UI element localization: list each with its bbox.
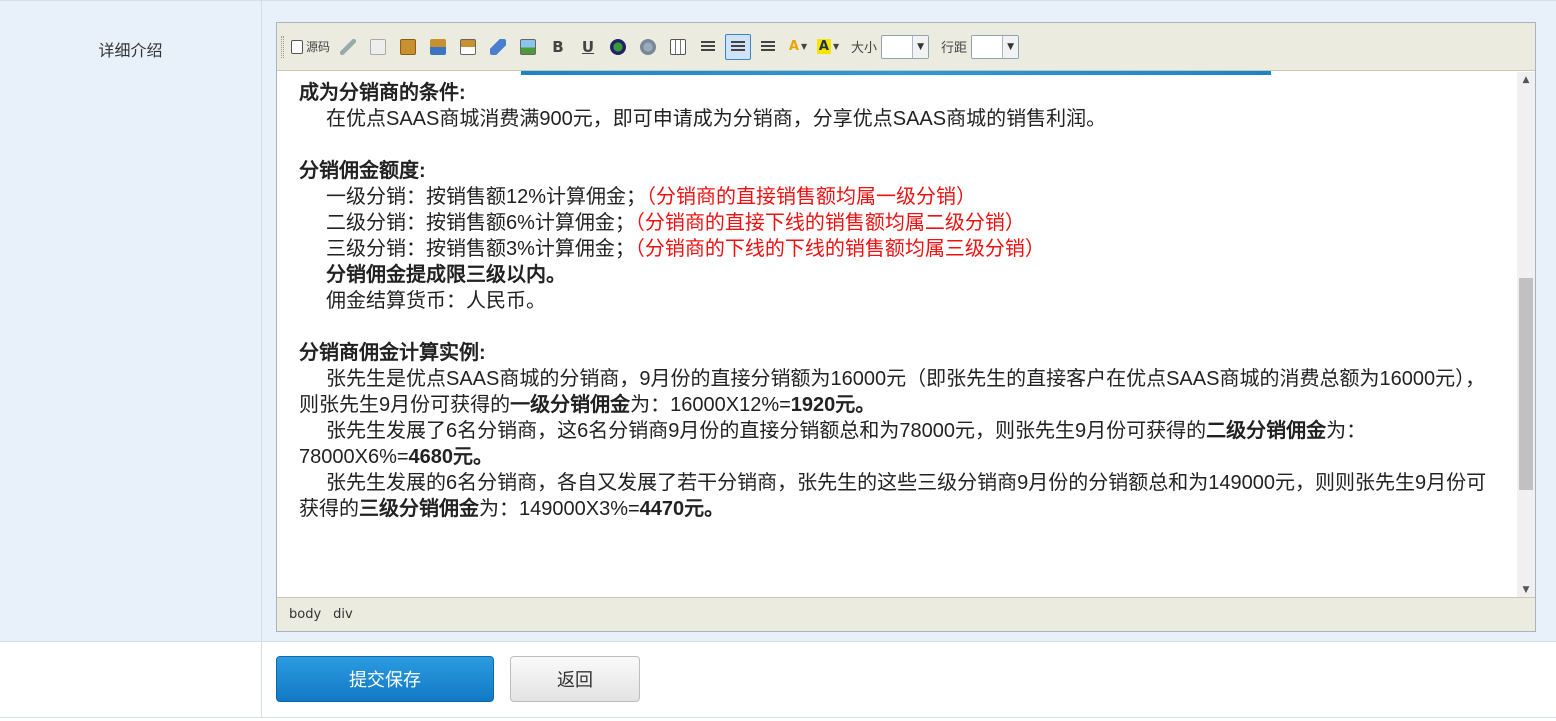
paste-word-button[interactable] xyxy=(455,34,481,60)
editor-toolbar: 源码 B U A ▼ A ▼ 大小 ▼ 行距 ▼ xyxy=(277,23,1535,71)
link-icon xyxy=(610,38,627,55)
level2-line: 二级分销：按销售额6%计算佣金；（分销商的直接下线的销售额均属二级分销） xyxy=(299,210,1495,236)
level1-note: （分销商的直接销售额均属一级分销） xyxy=(646,186,977,208)
size-select[interactable]: ▼ xyxy=(881,34,930,59)
rich-text-editor[interactable]: 源码 B U A ▼ A ▼ 大小 ▼ 行距 ▼ 成为分销商的条件: 在优点SA… xyxy=(276,22,1536,632)
copy-button[interactable] xyxy=(365,34,391,60)
size-label: 大小 xyxy=(851,41,878,56)
align-right-button[interactable] xyxy=(755,34,781,60)
copy-icon xyxy=(370,38,387,55)
level3-line: 三级分销：按销售额3%计算佣金；（分销商的下线的下线的销售额均属三级分销） xyxy=(299,236,1495,262)
bold-icon: B xyxy=(552,37,564,56)
line-height-select[interactable]: ▼ xyxy=(971,34,1020,59)
link-button[interactable] xyxy=(605,34,631,60)
chevron-down-icon[interactable]: ▼ xyxy=(1002,35,1019,58)
align-left-icon xyxy=(701,40,716,53)
example-3: 张先生发展的6名分销商，各自又发展了若干分销商，张先生的这些三级分销商9月份的分… xyxy=(299,470,1495,522)
cut-button[interactable] xyxy=(335,34,361,60)
example-2: 张先生发展了6名分销商，这6名分销商9月份的直接分销额总和为78000元，则张先… xyxy=(299,418,1495,470)
font-color-icon: A xyxy=(788,39,799,54)
path-item-body[interactable]: body xyxy=(289,607,321,622)
level2-note: （分销商的直接下线的销售额均属二级分销） xyxy=(634,212,1025,234)
bg-color-icon: A xyxy=(816,39,831,54)
example-3-bold: 三级分销佣金 xyxy=(359,498,479,520)
paste-text-icon xyxy=(430,38,447,55)
toolbar-grip[interactable] xyxy=(281,35,284,58)
underline-button[interactable]: U xyxy=(575,34,601,60)
actions-cell: 提交保存 返回 xyxy=(262,642,1556,717)
level1-text: 一级分销：按销售额12%计算佣金； xyxy=(326,186,647,208)
font-color-button[interactable]: A ▼ xyxy=(785,34,811,60)
level2-text: 二级分销：按销售额6%计算佣金； xyxy=(326,212,635,234)
example-1-calc: 为：16000X12%= xyxy=(630,394,791,416)
bold-button[interactable]: B xyxy=(545,34,571,60)
paragraph-conditions: 在优点SAAS商城消费满900元，即可申请成为分销商，分享优点SAAS商城的销售… xyxy=(326,108,1107,130)
table-icon xyxy=(670,38,687,55)
scroll-up-icon[interactable]: ▲ xyxy=(1517,72,1535,88)
actions-label-cell xyxy=(0,642,262,717)
example-3-calc: 为：149000X3%= xyxy=(479,498,640,520)
scroll-thumb[interactable] xyxy=(1519,278,1533,490)
image-icon xyxy=(520,38,537,55)
paste-button[interactable] xyxy=(395,34,421,60)
limit-line: 分销佣金提成限三级以内。 xyxy=(326,264,566,286)
example-2-text: 张先生发展了6名分销商，这6名分销商9月份的直接分销额总和为78000元，则张先… xyxy=(326,420,1207,442)
example-3-result: 4470元。 xyxy=(639,498,725,520)
detail-value-cell: 源码 B U A ▼ A ▼ 大小 ▼ 行距 ▼ 成为分销商的条件: 在优点SA… xyxy=(262,1,1556,641)
detail-row: 详细介绍 源码 B U A ▼ A ▼ 大小 ▼ 行距 ▼ 成为分销商的条件: … xyxy=(0,0,1556,642)
example-2-bold: 二级分销佣金 xyxy=(1206,420,1327,442)
element-path-bar: body div xyxy=(277,597,1535,631)
example-1-bold: 一级分销佣金 xyxy=(510,394,631,416)
level3-text: 三级分销：按销售额3%计算佣金； xyxy=(326,238,635,260)
chevron-down-icon: ▼ xyxy=(832,42,840,51)
eraser-button[interactable] xyxy=(485,34,511,60)
chevron-down-icon[interactable]: ▼ xyxy=(912,35,929,58)
source-label: 源码 xyxy=(306,40,331,54)
example-1-text: 张先生是优点SAAS商城的分销商，9月份的直接分销额为16000元（即张先生的直… xyxy=(299,368,1486,416)
table-button[interactable] xyxy=(665,34,691,60)
example-1: 张先生是优点SAAS商城的分销商，9月份的直接分销额为16000元（即张先生的直… xyxy=(299,366,1495,418)
editor-content[interactable]: 成为分销商的条件: 在优点SAAS商城消费满900元，即可申请成为分销商，分享优… xyxy=(277,72,1517,598)
eraser-icon xyxy=(490,38,507,55)
heading-example: 分销商佣金计算实例: xyxy=(299,342,486,364)
image-button[interactable] xyxy=(515,34,541,60)
unlink-button[interactable] xyxy=(635,34,661,60)
actions-row: 提交保存 返回 xyxy=(0,642,1556,718)
align-center-button[interactable] xyxy=(725,33,752,60)
align-center-icon xyxy=(731,40,746,53)
align-left-button[interactable] xyxy=(695,34,721,60)
paste-text-button[interactable] xyxy=(425,34,451,60)
example-1-result: 1920元。 xyxy=(790,394,876,416)
path-item-div[interactable]: div xyxy=(333,607,353,622)
unlink-icon xyxy=(640,38,657,55)
content-scrollbar[interactable]: ▲ ▼ xyxy=(1517,72,1535,598)
scroll-down-icon[interactable]: ▼ xyxy=(1517,582,1535,598)
underline-icon: U xyxy=(581,37,595,56)
chevron-down-icon: ▼ xyxy=(800,42,808,51)
level1-line: 一级分销：按销售额12%计算佣金；（分销商的直接销售额均属一级分销） xyxy=(299,184,1495,210)
page: 详细介绍 源码 B U A ▼ A ▼ 大小 ▼ 行距 ▼ 成为分销商的条件: … xyxy=(0,0,1556,721)
level3-note: （分销商的下线的下线的销售额均属三级分销） xyxy=(634,238,1045,260)
currency-line: 佣金结算货币：人民币。 xyxy=(326,290,546,312)
heading-conditions: 成为分销商的条件: xyxy=(299,82,466,104)
source-icon xyxy=(291,39,303,54)
back-button[interactable]: 返回 xyxy=(510,656,640,702)
bg-color-button[interactable]: A ▼ xyxy=(815,34,841,60)
line-height-label: 行距 xyxy=(941,41,968,56)
align-right-icon xyxy=(761,40,776,53)
example-2-result: 4680元。 xyxy=(408,446,494,468)
cut-icon xyxy=(340,38,357,55)
save-button[interactable]: 提交保存 xyxy=(276,656,494,702)
paste-word-icon xyxy=(460,38,477,55)
heading-commission: 分销佣金额度: xyxy=(299,160,426,182)
source-button[interactable]: 源码 xyxy=(290,34,331,60)
detail-label: 详细介绍 xyxy=(0,1,262,641)
paste-icon xyxy=(400,38,417,55)
